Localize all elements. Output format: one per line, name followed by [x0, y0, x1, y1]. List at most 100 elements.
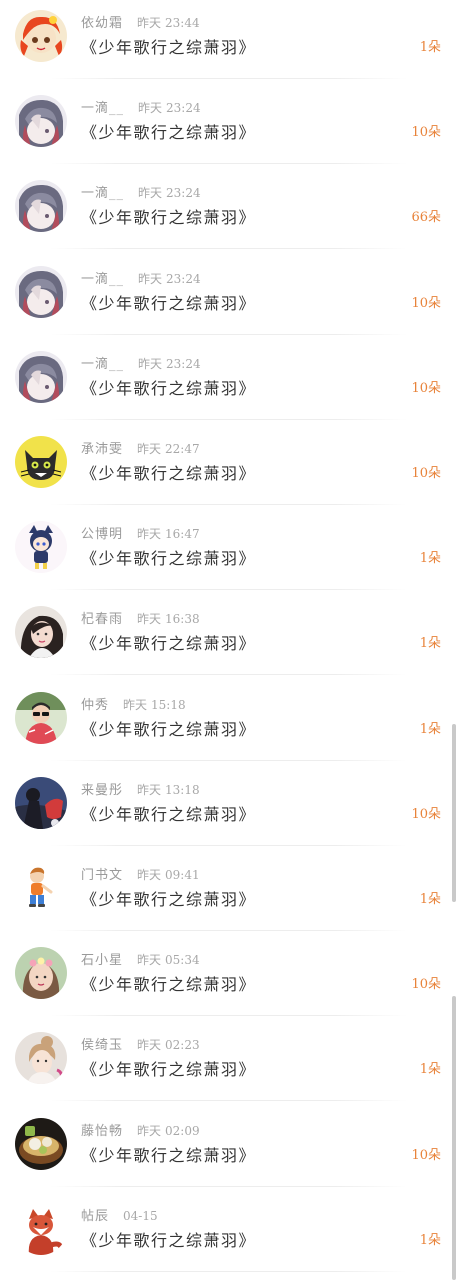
row-divider: [50, 930, 407, 931]
flower-count-unit: 朵: [427, 892, 441, 907]
username[interactable]: 一滴__: [81, 357, 124, 372]
username[interactable]: 侯绮玉: [81, 1038, 123, 1053]
gift-record-row[interactable]: 一滴__ 昨天 23:24 《少年歌行之综萧羽》 10朵: [0, 85, 457, 170]
username[interactable]: 仲秀: [81, 698, 109, 713]
flower-count: 1朵: [420, 720, 441, 740]
book-title-text: 少年歌行之综萧羽: [98, 379, 239, 398]
gift-record-row[interactable]: 公博明 昨天 16:47 《少年歌行之综萧羽》 1朵: [0, 511, 457, 596]
flower-count: 1朵: [420, 1060, 441, 1080]
row-divider: [50, 419, 407, 420]
book-title-open-bracket: 《: [81, 38, 99, 57]
username[interactable]: 公博明: [81, 527, 123, 542]
gift-record-row[interactable]: 依幼霜 昨天 23:44 《少年歌行之综萧羽》 1朵: [0, 0, 457, 85]
record-time: 15:18: [151, 698, 186, 712]
username[interactable]: 一滴__: [81, 272, 124, 287]
username[interactable]: 门书文: [81, 868, 123, 883]
book-title[interactable]: 《少年歌行之综萧羽》: [81, 1058, 256, 1082]
username[interactable]: 来曼彤: [81, 783, 123, 798]
child-sunglasses-avatar[interactable]: [15, 692, 67, 744]
cartoon-boy-avatar[interactable]: [15, 862, 67, 914]
book-title[interactable]: 《少年歌行之综萧羽》: [81, 1229, 256, 1253]
food-bowl-avatar[interactable]: [15, 1118, 67, 1170]
gift-record-row[interactable]: 藤怡畅 昨天 02:09 《少年歌行之综萧羽》 10朵: [0, 1108, 457, 1193]
gift-record-row[interactable]: 石小星 昨天 05:34 《少年歌行之综萧羽》 10朵: [0, 937, 457, 1022]
record-meta: 石小星 昨天 05:34: [81, 951, 200, 969]
anime-girl-sketch-avatar[interactable]: [15, 351, 67, 403]
anime-girl-sketch-avatar[interactable]: [15, 95, 67, 147]
book-title-close-bracket: 》: [238, 975, 257, 994]
record-meta: 承沛雯 昨天 22:47: [81, 440, 200, 458]
book-title[interactable]: 《少年歌行之综萧羽》: [81, 292, 256, 316]
scrollbar-thumb-lower[interactable]: [452, 996, 456, 1280]
red-haired-girl-avatar[interactable]: [15, 10, 67, 62]
username[interactable]: 石小星: [81, 953, 123, 968]
black-cat-avatar[interactable]: [15, 436, 67, 488]
username[interactable]: 帖辰: [81, 1209, 109, 1224]
username[interactable]: 一滴__: [81, 186, 124, 201]
book-title[interactable]: 《少年歌行之综萧羽》: [81, 206, 256, 230]
username[interactable]: 杞春雨: [81, 612, 123, 627]
book-title-open-bracket: 《: [81, 890, 99, 909]
book-title[interactable]: 《少年歌行之综萧羽》: [81, 632, 256, 656]
woman-portrait-avatar[interactable]: [15, 606, 67, 658]
record-meta: 一滴__ 昨天 23:24: [81, 355, 201, 373]
row-divider: [50, 1186, 407, 1187]
gift-record-row[interactable]: 一滴__ 昨天 23:24 《少年歌行之综萧羽》 10朵: [0, 341, 457, 426]
book-title[interactable]: 《少年歌行之综萧羽》: [81, 377, 256, 401]
record-time: 13:18: [165, 783, 200, 797]
book-title[interactable]: 《少年歌行之综萧羽》: [81, 888, 256, 912]
book-title-close-bracket: 》: [238, 1060, 257, 1079]
username[interactable]: 承沛雯: [81, 442, 123, 457]
flower-count-number: 10: [411, 125, 428, 140]
anime-girl-sketch-avatar[interactable]: [15, 266, 67, 318]
flower-count-number: 10: [411, 1148, 428, 1163]
flower-count-number: 10: [411, 466, 428, 481]
record-time: 22:47: [165, 442, 200, 456]
username[interactable]: 藤怡畅: [81, 1124, 123, 1139]
flower-count: 1朵: [420, 634, 441, 654]
dark-figure-avatar[interactable]: [15, 777, 67, 829]
book-title-text: 少年歌行之综萧羽: [98, 1060, 239, 1079]
record-time: 23:24: [166, 186, 201, 200]
gift-record-row[interactable]: 一滴__ 昨天 23:24 《少年歌行之综萧羽》 66朵: [0, 170, 457, 255]
row-divider: [50, 163, 407, 164]
record-date: 昨天: [137, 16, 162, 30]
gift-record-row[interactable]: 一滴__ 昨天 23:24 《少年歌行之综萧羽》 10朵: [0, 256, 457, 341]
book-title-text: 少年歌行之综萧羽: [98, 634, 239, 653]
flower-count-unit: 朵: [427, 636, 441, 651]
book-title[interactable]: 《少年歌行之综萧羽》: [81, 462, 256, 486]
gift-record-row[interactable]: 门书文 昨天 09:41 《少年歌行之综萧羽》 1朵: [0, 852, 457, 937]
chibi-cat-girl-avatar[interactable]: [15, 521, 67, 573]
gift-record-row[interactable]: 杞春雨 昨天 16:38 《少年歌行之综萧羽》 1朵: [0, 596, 457, 681]
book-title-text: 少年歌行之综萧羽: [98, 38, 239, 57]
book-title[interactable]: 《少年歌行之综萧羽》: [81, 718, 256, 742]
girl-bun-avatar[interactable]: [15, 1032, 67, 1084]
book-title[interactable]: 《少年歌行之综萧羽》: [81, 36, 256, 60]
scrollbar-thumb-upper[interactable]: [452, 724, 456, 902]
username[interactable]: 依幼霜: [81, 16, 123, 31]
gift-record-row[interactable]: 承沛雯 昨天 22:47 《少年歌行之综萧羽》 10朵: [0, 426, 457, 511]
book-title[interactable]: 《少年歌行之综萧羽》: [81, 547, 256, 571]
anime-girl-sketch-avatar[interactable]: [15, 180, 67, 232]
book-title[interactable]: 《少年歌行之综萧羽》: [81, 121, 256, 145]
username[interactable]: 一滴__: [81, 101, 124, 116]
record-time: 23:24: [166, 357, 201, 371]
record-meta: 门书文 昨天 09:41: [81, 866, 200, 884]
book-title-close-bracket: 》: [238, 38, 257, 57]
gift-record-row[interactable]: 帖辰 04-15 《少年歌行之综萧羽》 1朵: [0, 1193, 457, 1278]
gift-record-row[interactable]: 仲秀 昨天 15:18 《少年歌行之综萧羽》 1朵: [0, 682, 457, 767]
gift-record-row[interactable]: 来曼彤 昨天 13:18 《少年歌行之综萧羽》 10朵: [0, 767, 457, 852]
book-title-open-bracket: 《: [81, 634, 99, 653]
book-title-open-bracket: 《: [81, 208, 99, 227]
book-title[interactable]: 《少年歌行之综萧羽》: [81, 1144, 256, 1168]
record-meta: 依幼霜 昨天 23:44: [81, 14, 200, 32]
gift-record-row[interactable]: 侯绮玉 昨天 02:23 《少年歌行之综萧羽》 1朵: [0, 1022, 457, 1107]
record-time: 09:41: [165, 868, 200, 882]
red-fox-avatar[interactable]: [15, 1203, 67, 1255]
book-title[interactable]: 《少年歌行之综萧羽》: [81, 973, 256, 997]
record-date: 昨天: [137, 1124, 162, 1138]
boy-flower-crown-avatar[interactable]: [15, 947, 67, 999]
record-date: 昨天: [138, 101, 163, 115]
book-title[interactable]: 《少年歌行之综萧羽》: [81, 803, 256, 827]
record-meta: 侯绮玉 昨天 02:23: [81, 1036, 200, 1054]
